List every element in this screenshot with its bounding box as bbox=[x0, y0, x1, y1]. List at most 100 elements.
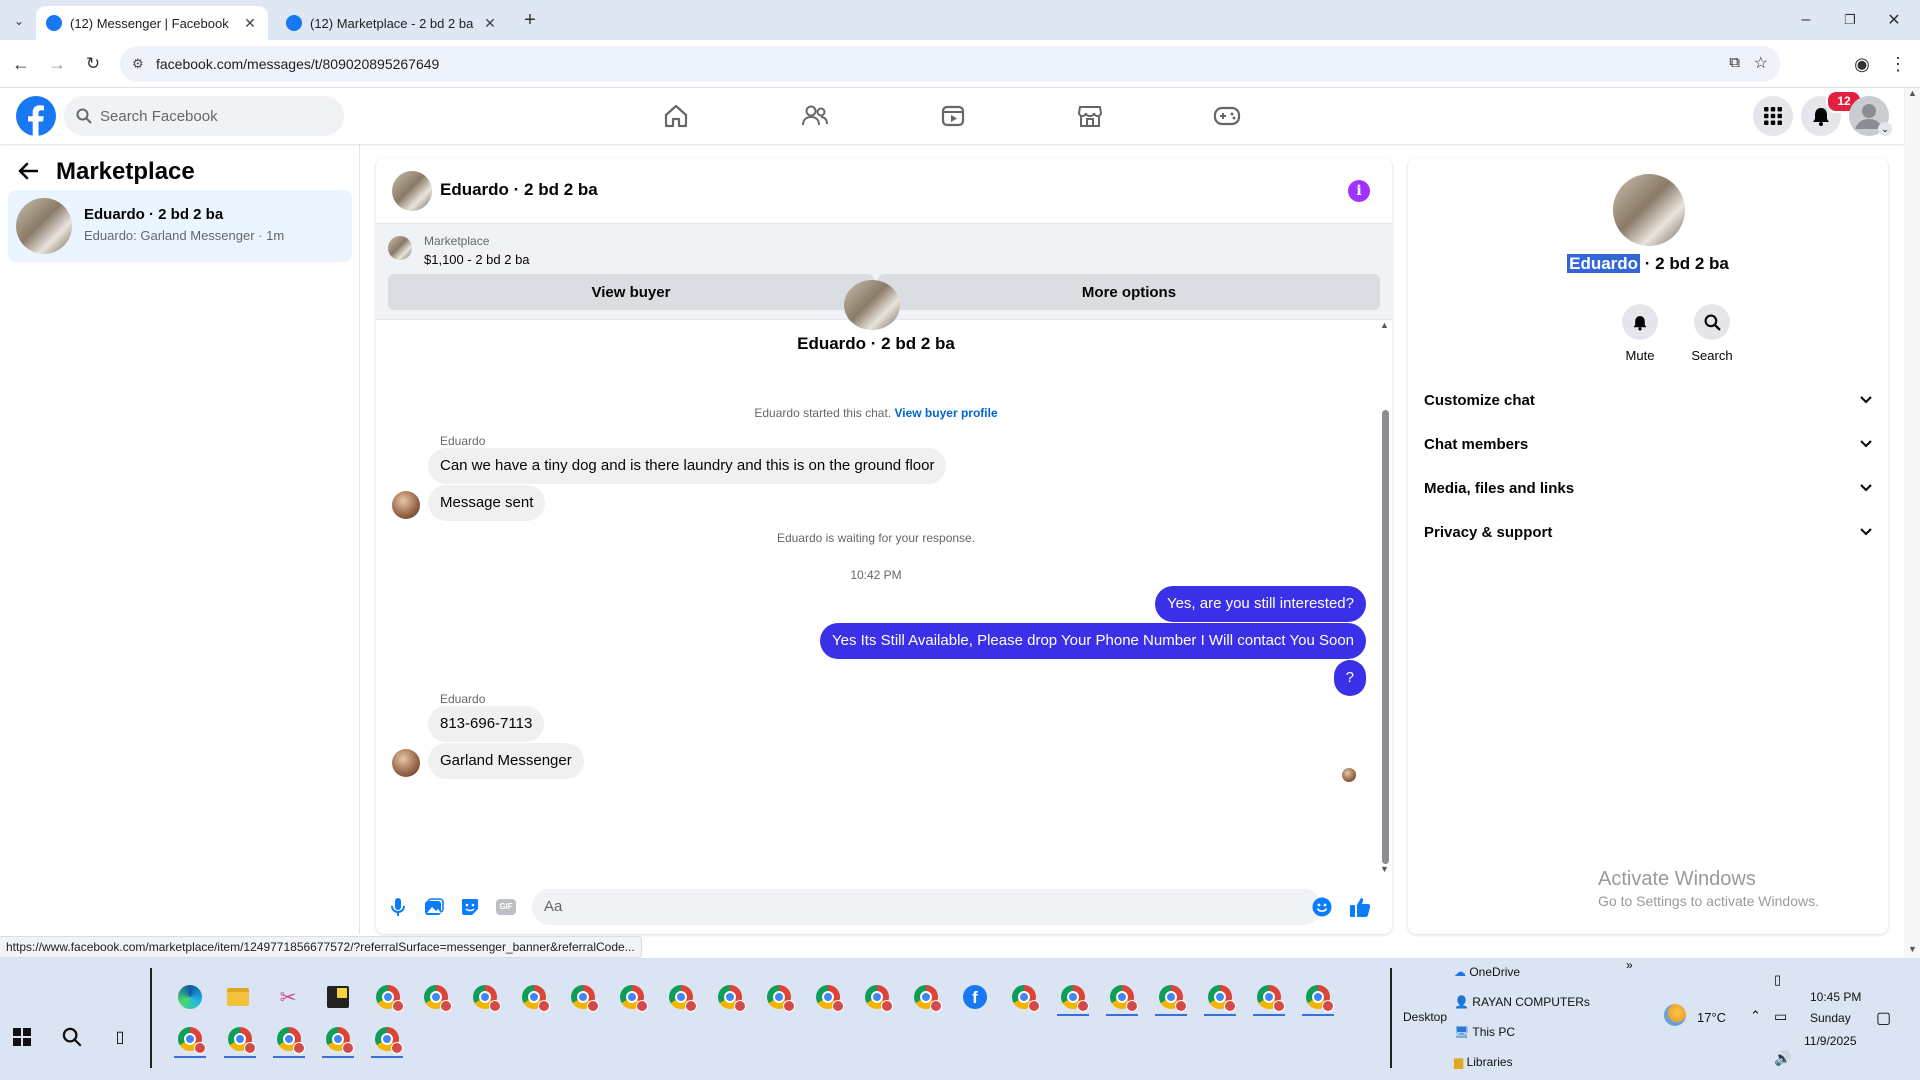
conversation-info-icon[interactable]: i bbox=[1348, 180, 1370, 202]
install-app-icon[interactable]: ⧉ bbox=[1729, 54, 1740, 71]
message-input[interactable]: Aa bbox=[532, 889, 1322, 925]
tab-marketplace[interactable]: (12) Marketplace - 2 bd 2 ba | F ✕ bbox=[276, 6, 508, 40]
forward-icon[interactable]: → bbox=[46, 53, 68, 75]
chrome-profile-icon[interactable] bbox=[318, 1020, 358, 1058]
scroll-down-arrow-icon[interactable]: ▼ bbox=[1380, 864, 1389, 874]
more-options-button[interactable]: More options bbox=[878, 274, 1380, 310]
snipping-tool-icon[interactable]: ✂ bbox=[268, 978, 308, 1016]
listing-price[interactable]: $1,100 - 2 bd 2 ba bbox=[424, 252, 530, 267]
scroll-up-arrow-icon[interactable]: ▲ bbox=[1380, 320, 1389, 330]
new-tab-button[interactable]: + bbox=[518, 8, 542, 32]
close-window-button[interactable]: ✕ bbox=[1882, 8, 1906, 32]
scroll-up-arrow-icon[interactable]: ▲ bbox=[1908, 88, 1917, 98]
battery-icon[interactable]: ▯ bbox=[1774, 972, 1781, 988]
chrome-profile-icon[interactable] bbox=[661, 978, 701, 1016]
chrome-profile-icon[interactable] bbox=[1249, 978, 1289, 1016]
profile-thumbnail[interactable] bbox=[1613, 174, 1685, 246]
chrome-profile-icon[interactable] bbox=[1053, 978, 1093, 1016]
incoming-message[interactable]: Message sent bbox=[428, 485, 546, 521]
facebook-logo-icon[interactable] bbox=[16, 96, 56, 136]
incoming-message[interactable]: 813-696-7113 bbox=[428, 706, 545, 742]
back-arrow-icon[interactable] bbox=[18, 162, 38, 180]
scrollbar-thumb[interactable] bbox=[1382, 410, 1389, 864]
desktop-toolbar-label[interactable]: Desktop bbox=[1403, 1010, 1447, 1024]
search-input[interactable]: Search Facebook bbox=[64, 96, 344, 136]
tab-search-icon[interactable]: ⌄ bbox=[8, 10, 30, 32]
close-tab-icon[interactable]: ✕ bbox=[242, 15, 258, 31]
media-files-links-section[interactable]: Media, files and links bbox=[1424, 466, 1872, 510]
chrome-profile-icon[interactable] bbox=[367, 1020, 407, 1058]
emoji-icon[interactable] bbox=[1310, 895, 1334, 919]
clock-day[interactable]: Sunday bbox=[1810, 1011, 1851, 1025]
facebook-app-icon[interactable]: f bbox=[955, 978, 995, 1016]
chat-scrollbar[interactable]: ▲ ▼ bbox=[1378, 320, 1392, 880]
chrome-profile-icon[interactable] bbox=[220, 1020, 260, 1058]
chrome-profile-icon[interactable] bbox=[514, 978, 554, 1016]
sender-avatar[interactable] bbox=[392, 749, 420, 777]
chrome-profile-icon[interactable] bbox=[1200, 978, 1240, 1016]
chat-members-section[interactable]: Chat members bbox=[1424, 422, 1872, 466]
gif-icon[interactable]: GIF bbox=[494, 895, 518, 919]
chrome-profile-icon[interactable] bbox=[1151, 978, 1191, 1016]
clock-time[interactable]: 10:45 PM bbox=[1810, 990, 1861, 1004]
reload-icon[interactable]: ↻ bbox=[82, 53, 104, 75]
restore-button[interactable]: ❐ bbox=[1838, 8, 1862, 32]
page-scrollbar[interactable]: ▲ ▼ bbox=[1904, 88, 1920, 958]
view-buyer-button[interactable]: View buyer bbox=[388, 274, 874, 310]
taskbar-search-icon[interactable] bbox=[52, 1018, 92, 1056]
chrome-profile-icon[interactable] bbox=[857, 978, 897, 1016]
menu-grid-button[interactable] bbox=[1753, 96, 1793, 136]
chrome-profile-icon[interactable] bbox=[808, 978, 848, 1016]
user-folder-item[interactable]: 👤 RAYAN COMPUTERs bbox=[1454, 995, 1590, 1009]
onedrive-item[interactable]: ☁ OneDrive bbox=[1454, 965, 1520, 979]
chrome-profile-icon[interactable] bbox=[1004, 978, 1044, 1016]
tab-messenger[interactable]: (12) Messenger | Facebook ✕ bbox=[36, 6, 268, 40]
chrome-profile-icon[interactable] bbox=[1298, 978, 1338, 1016]
chrome-profile-icon[interactable] bbox=[563, 978, 603, 1016]
sticky-notes-icon[interactable] bbox=[318, 978, 358, 1016]
address-bar[interactable]: ⚙ facebook.com/messages/t/80902089526764… bbox=[120, 46, 1780, 82]
weather-icon[interactable] bbox=[1664, 1004, 1686, 1026]
chrome-profile-icon[interactable] bbox=[465, 978, 505, 1016]
clock-date[interactable]: 11/9/2025 bbox=[1804, 1034, 1857, 1048]
browser-menu-icon[interactable]: ⋮ bbox=[1886, 52, 1910, 76]
customize-chat-section[interactable]: Customize chat bbox=[1424, 378, 1872, 422]
chrome-profile-icon[interactable] bbox=[368, 978, 408, 1016]
chat-title[interactable]: Eduardo · 2 bd 2 ba bbox=[440, 180, 598, 200]
notification-center-icon[interactable]: ▢ bbox=[1876, 1008, 1891, 1028]
libraries-item[interactable]: ▆ Libraries bbox=[1454, 1055, 1513, 1069]
friends-icon[interactable] bbox=[799, 100, 831, 132]
account-chevron-icon[interactable]: ⌄ bbox=[1878, 122, 1892, 136]
outgoing-message[interactable]: ? bbox=[1333, 660, 1366, 696]
sticker-icon[interactable] bbox=[458, 895, 482, 919]
video-icon[interactable] bbox=[937, 100, 969, 132]
chrome-profile-icon[interactable] bbox=[269, 1020, 309, 1058]
outgoing-message[interactable]: Yes, are you still interested? bbox=[1154, 586, 1366, 622]
back-icon[interactable]: ← bbox=[10, 53, 32, 75]
gaming-icon[interactable] bbox=[1211, 100, 1243, 132]
search-in-chat-button[interactable]: Search bbox=[1682, 304, 1742, 363]
profile-icon[interactable]: ◉ bbox=[1850, 52, 1874, 76]
weather-temperature[interactable]: 17°C bbox=[1697, 1010, 1726, 1025]
site-info-icon[interactable]: ⚙ bbox=[132, 56, 144, 72]
privacy-support-section[interactable]: Privacy & support bbox=[1424, 510, 1872, 554]
mute-button[interactable]: Mute bbox=[1610, 304, 1670, 363]
chrome-profile-icon[interactable] bbox=[759, 978, 799, 1016]
file-explorer-icon[interactable] bbox=[218, 978, 258, 1016]
marketplace-icon[interactable] bbox=[1074, 100, 1106, 132]
view-buyer-profile-link[interactable]: View buyer profile bbox=[894, 406, 997, 420]
minimize-button[interactable]: – bbox=[1794, 8, 1818, 32]
sender-avatar[interactable] bbox=[392, 491, 420, 519]
chrome-profile-icon[interactable] bbox=[170, 1020, 210, 1058]
conversation-list-item[interactable]: Eduardo · 2 bd 2 ba Eduardo: Garland Mes… bbox=[8, 190, 352, 262]
task-view-icon[interactable]: ▯ bbox=[100, 1018, 140, 1056]
bookmark-star-icon[interactable]: ☆ bbox=[1754, 53, 1768, 73]
chrome-profile-icon[interactable] bbox=[416, 978, 456, 1016]
outgoing-message[interactable]: Yes Its Still Available, Please drop You… bbox=[820, 623, 1366, 659]
microphone-icon[interactable] bbox=[386, 895, 410, 919]
photo-icon[interactable] bbox=[422, 895, 446, 919]
edge-icon[interactable] bbox=[170, 978, 210, 1016]
scroll-down-arrow-icon[interactable]: ▼ bbox=[1908, 944, 1917, 954]
chat-thumbnail[interactable] bbox=[392, 171, 432, 211]
chrome-profile-icon[interactable] bbox=[710, 978, 750, 1016]
